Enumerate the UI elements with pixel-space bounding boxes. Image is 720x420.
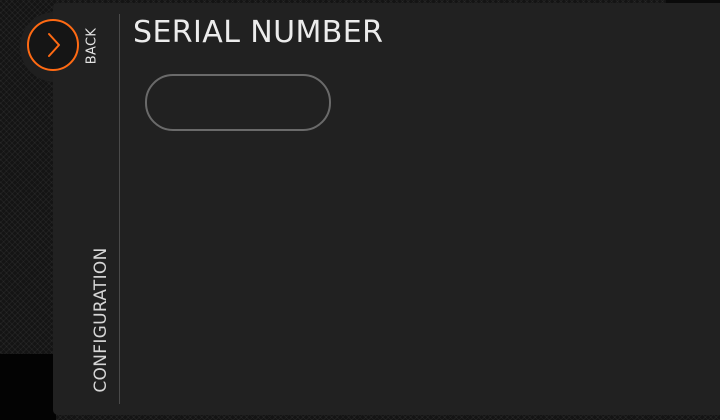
section-label-configuration: CONFIGURATION: [91, 247, 111, 393]
page-title: SERIAL NUMBER: [133, 15, 384, 50]
sidebar-divider: [119, 14, 120, 404]
main-panel: [53, 3, 720, 415]
serial-number-input[interactable]: [145, 74, 331, 131]
bottom-corner-strip: [0, 354, 56, 420]
back-label[interactable]: BACK: [85, 28, 100, 64]
device-screen: BACK CONFIGURATION SERIAL NUMBER: [0, 0, 720, 420]
chevron-right-icon: [48, 33, 60, 57]
back-button[interactable]: [27, 19, 79, 71]
